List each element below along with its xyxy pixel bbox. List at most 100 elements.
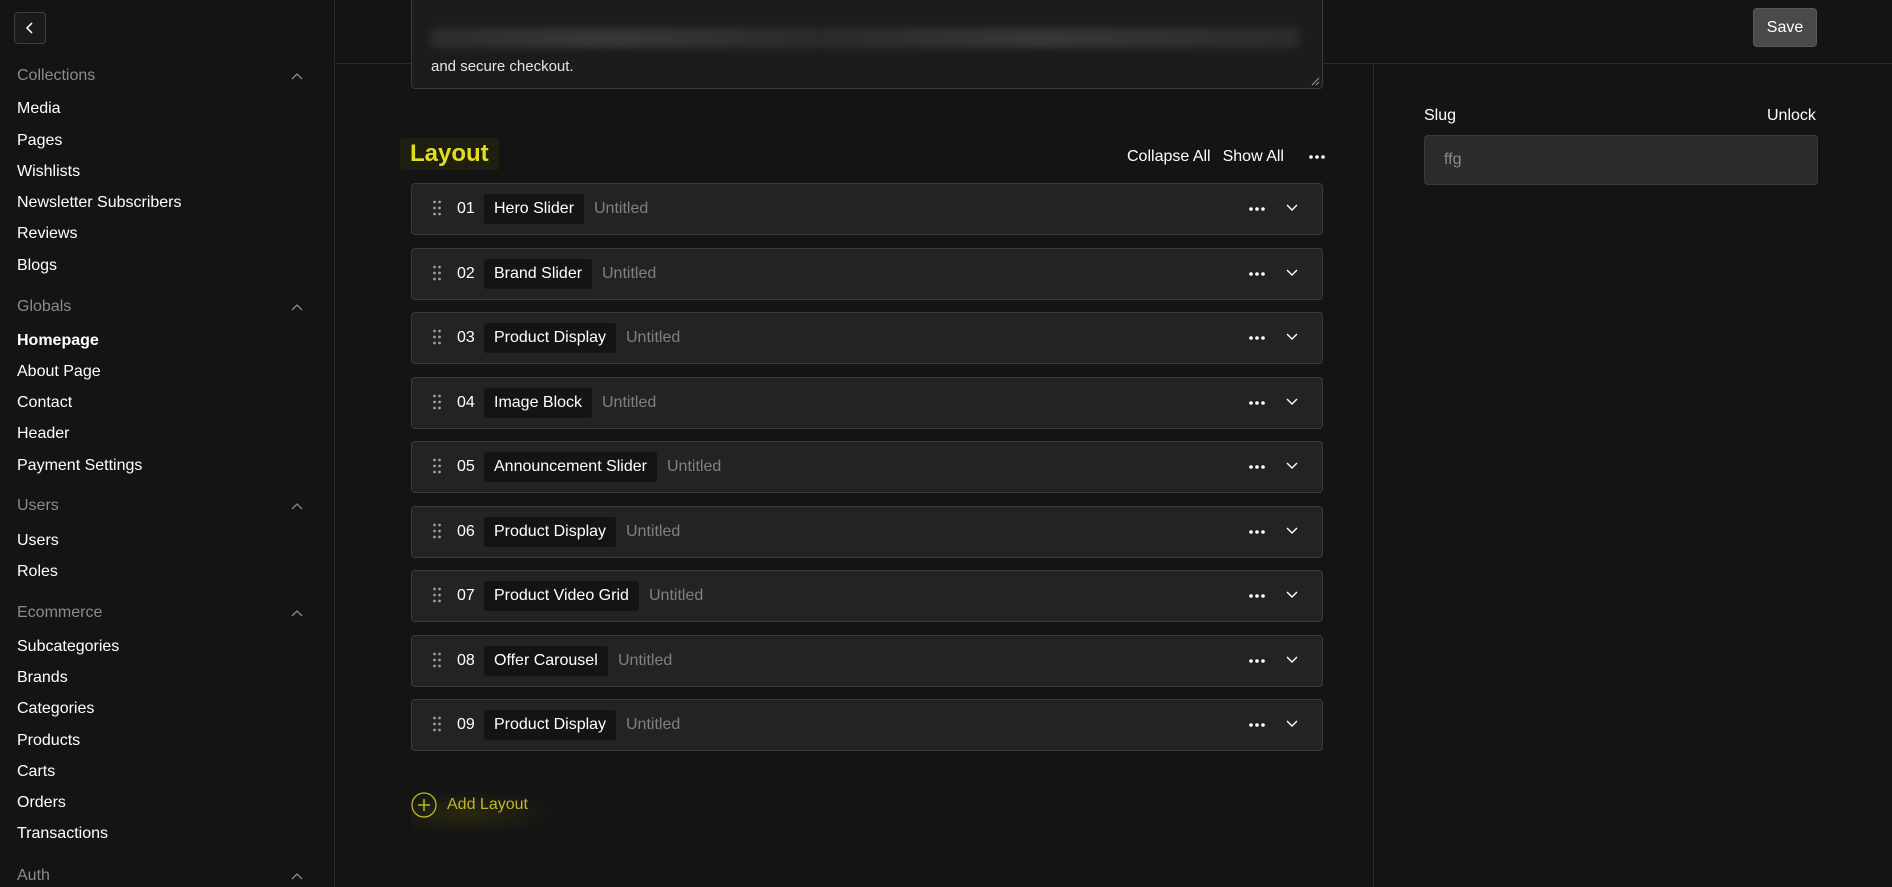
slug-label: Slug [1424,107,1457,124]
more-options-icon[interactable] [1248,658,1266,664]
description-textarea[interactable]: and secure checkout. [411,0,1323,89]
chevron-down-icon[interactable] [1286,269,1298,277]
sidebar-item-roles[interactable]: Roles [17,563,58,581]
show-all-button[interactable]: Show All [1223,148,1284,166]
chevron-up-icon[interactable] [291,609,303,617]
chevron-down-icon[interactable] [1286,462,1298,470]
chevron-down-icon[interactable] [1286,591,1298,599]
drag-handle-icon[interactable] [432,586,442,604]
block-type-label: Product Display [484,710,617,740]
layout-block-row[interactable]: 05 Announcement Slider Untitled [411,441,1323,493]
chevron-up-icon[interactable] [291,502,303,510]
sidebar-item-reviews[interactable]: Reviews [17,225,77,243]
block-type-label: Product Video Grid [484,581,639,611]
chevron-down-icon[interactable] [1286,656,1298,664]
drag-handle-icon[interactable] [432,328,442,346]
block-row-number: 08 [457,652,475,669]
layout-block-row[interactable]: 07 Product Video Grid Untitled [411,570,1323,622]
sidebar-item-wishlists[interactable]: Wishlists [17,163,80,181]
sidebar-item-contact[interactable]: Contact [17,394,72,412]
block-row-number: 01 [457,200,475,217]
layout-header-actions: Collapse All Show All [1127,148,1326,166]
drag-handle-icon[interactable] [432,522,442,540]
more-options-icon[interactable] [1248,206,1266,212]
more-options-icon[interactable] [1248,464,1266,470]
chevron-up-icon[interactable] [291,72,303,80]
block-type-label: Product Display [484,323,617,353]
layout-block-row[interactable]: 09 Product Display Untitled [411,699,1323,751]
sidebar: Collections Media Pages Wishlists Newsle… [0,0,335,887]
block-type-label: Announcement Slider [484,452,657,482]
sidebar-item-media[interactable]: Media [17,100,61,118]
block-row-number: 04 [457,394,475,411]
block-title: Untitled [626,523,681,540]
drag-handle-icon[interactable] [432,264,442,282]
more-options-icon[interactable] [1248,271,1266,277]
layout-block-row[interactable]: 02 Brand Slider Untitled [411,248,1323,300]
sidebar-item-brands[interactable]: Brands [17,669,68,687]
collapse-all-button[interactable]: Collapse All [1127,148,1211,166]
layout-block-row[interactable]: 04 Image Block Untitled [411,377,1323,429]
drag-handle-icon[interactable] [432,651,442,669]
block-title: Untitled [618,652,673,669]
slug-input[interactable] [1424,135,1818,185]
block-title: Untitled [667,458,722,475]
block-row-number: 09 [457,716,475,733]
sidebar-item-newsletter-subscribers[interactable]: Newsletter Subscribers [17,194,182,212]
more-options-icon[interactable] [1248,400,1266,406]
chevron-down-icon[interactable] [1286,204,1298,212]
block-type-label: Product Display [484,517,617,547]
textarea-visible-text: and secure checkout. [431,58,574,75]
nav-group-title-collections[interactable]: Collections [17,67,95,85]
more-options-icon[interactable] [1248,593,1266,599]
more-options-icon[interactable] [1308,154,1326,160]
plus-circle-icon [411,792,437,818]
nav-group-title-users[interactable]: Users [17,497,59,515]
drag-handle-icon[interactable] [432,457,442,475]
sidebar-item-users[interactable]: Users [17,532,59,550]
block-type-label: Brand Slider [484,259,593,289]
more-options-icon[interactable] [1248,529,1266,535]
chevron-down-icon[interactable] [1286,333,1298,341]
drag-handle-icon[interactable] [432,199,442,217]
sidebar-item-subcategories[interactable]: Subcategories [17,638,119,656]
sidebar-item-products[interactable]: Products [17,732,80,750]
sidebar-item-carts[interactable]: Carts [17,763,55,781]
more-options-icon[interactable] [1248,335,1266,341]
resize-grip-icon[interactable] [1310,76,1320,86]
more-options-icon[interactable] [1248,722,1266,728]
nav-group-title-auth[interactable]: Auth [17,867,50,885]
block-title: Untitled [594,200,649,217]
drag-handle-icon[interactable] [432,393,442,411]
sidebar-item-homepage[interactable]: Homepage [17,332,99,350]
sidebar-item-blogs[interactable]: Blogs [17,257,57,275]
add-layout-button[interactable]: Add Layout [411,792,552,834]
block-title: Untitled [602,394,657,411]
chevron-down-icon[interactable] [1286,527,1298,535]
sidebar-item-orders[interactable]: Orders [17,794,66,812]
chevron-up-icon[interactable] [291,303,303,311]
block-row-number: 06 [457,523,475,540]
layout-block-row[interactable]: 08 Offer Carousel Untitled [411,635,1323,687]
sidebar-item-categories[interactable]: Categories [17,700,94,718]
sidebar-item-transactions[interactable]: Transactions [17,825,108,843]
block-title: Untitled [626,329,681,346]
chevron-down-icon[interactable] [1286,720,1298,728]
drag-handle-icon[interactable] [432,715,442,733]
sidebar-item-pages[interactable]: Pages [17,132,62,150]
blurred-text [430,28,1300,48]
nav-group-title-globals[interactable]: Globals [17,298,71,316]
sidebar-item-header[interactable]: Header [17,425,69,443]
nav-group-title-ecommerce[interactable]: Ecommerce [17,604,102,622]
sidebar-item-payment-settings[interactable]: Payment Settings [17,457,142,475]
chevron-down-icon[interactable] [1286,398,1298,406]
layout-block-row[interactable]: 01 Hero Slider Untitled [411,183,1323,235]
back-button[interactable] [14,12,46,44]
unlock-button[interactable]: Unlock [1767,107,1816,125]
chevron-up-icon[interactable] [291,872,303,880]
save-button[interactable]: Save [1753,8,1817,47]
block-row-number: 03 [457,329,475,346]
layout-block-row[interactable]: 03 Product Display Untitled [411,312,1323,364]
sidebar-item-about-page[interactable]: About Page [17,363,101,381]
layout-block-row[interactable]: 06 Product Display Untitled [411,506,1323,558]
